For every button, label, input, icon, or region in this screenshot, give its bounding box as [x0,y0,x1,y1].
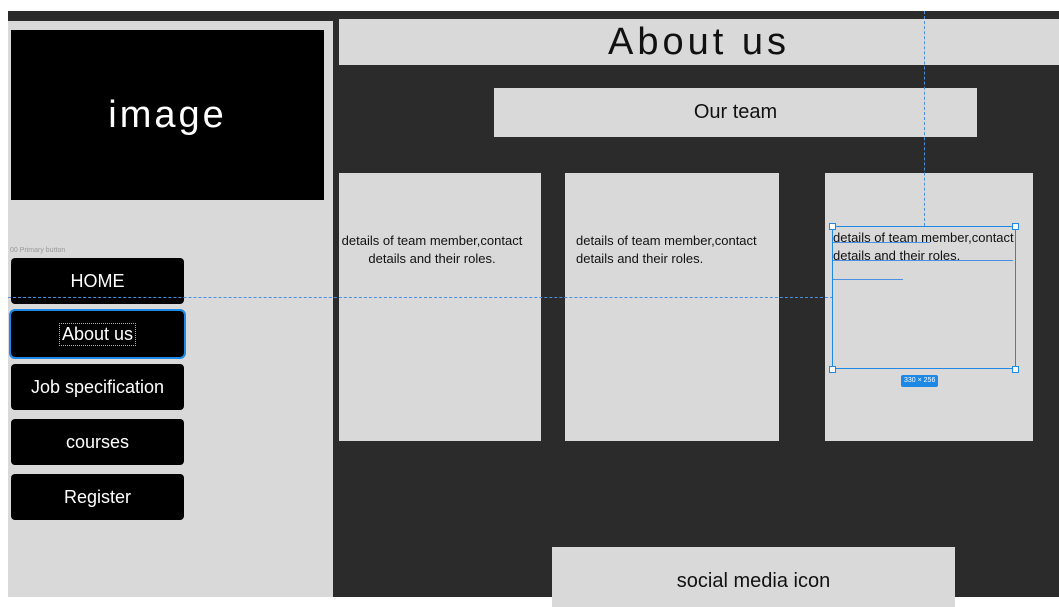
nav-courses-label: courses [65,431,130,452]
social-media-box[interactable]: social media icon [552,547,955,607]
team-card[interactable] [339,173,541,441]
nav-register-label: Register [63,486,132,507]
dimension-badge: 330 × 256 [901,375,939,387]
resize-handle-bottom-left[interactable] [829,366,836,373]
team-card[interactable] [565,173,779,441]
horizontal-guide-line [8,297,833,298]
nav-job-specification-label: Job specification [30,376,165,397]
page-title: About us [339,19,1059,65]
team-card-text: details of team member,contact details a… [341,233,523,266]
resize-handle-top-left[interactable] [829,223,836,230]
image-placeholder: image [11,30,324,200]
vertical-guide-line [924,11,925,226]
selection-box[interactable] [832,226,1016,369]
team-card-text: details of team member,contact details a… [576,233,757,266]
section-title: Our team [494,88,977,137]
social-media-label: social media icon [676,570,831,592]
resize-handle-top-right[interactable] [1012,223,1019,230]
resize-handle-bottom-right[interactable] [1012,366,1019,373]
nav-home-label: HOME [70,270,125,291]
page-title-text: About us [608,20,790,63]
nav-job-specification-button[interactable]: Job specification [11,364,184,410]
nav-about-label: About us [58,322,137,346]
image-placeholder-label: image [108,93,227,136]
nav-about-button[interactable]: About us [9,309,186,359]
nav-courses-button[interactable]: courses [11,419,184,465]
component-label: 00 Primary button [10,247,66,254]
nav-register-button[interactable]: Register [11,474,184,520]
section-title-text: Our team [693,101,778,123]
